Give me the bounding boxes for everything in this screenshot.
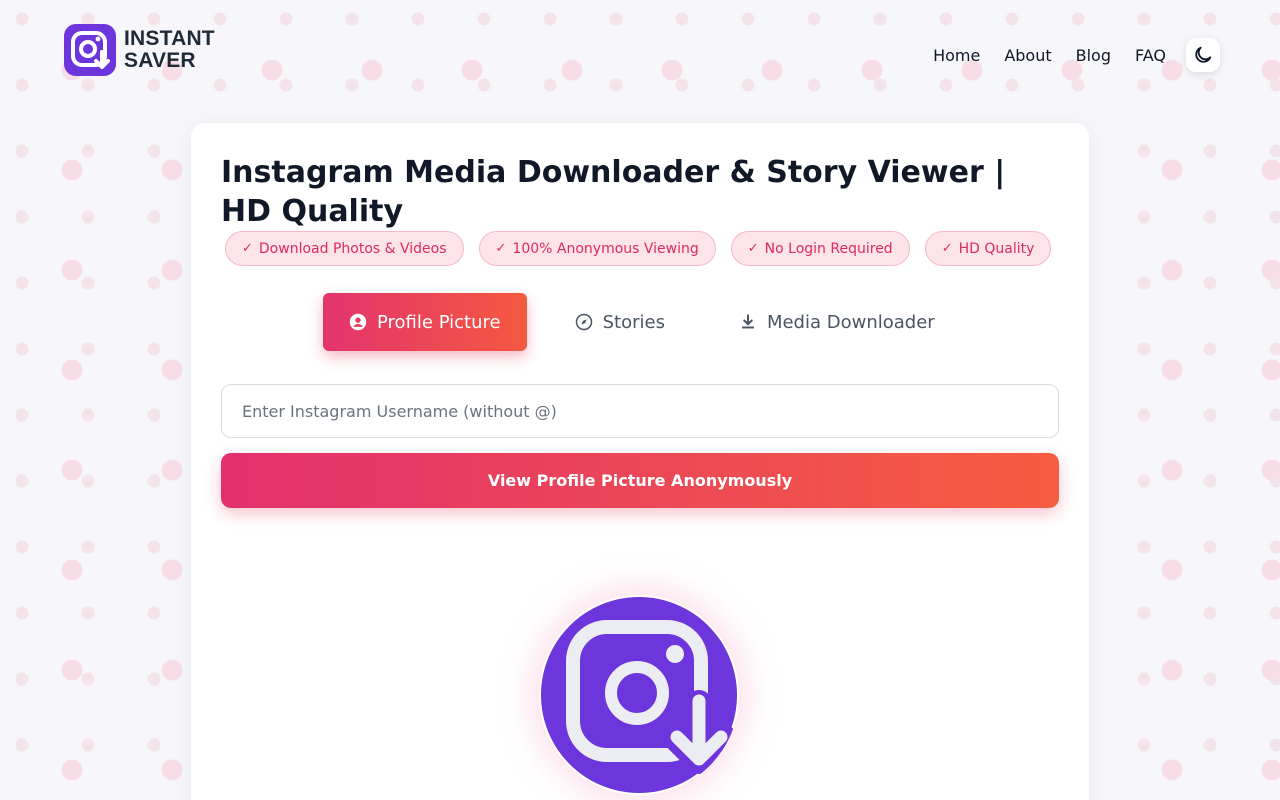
tab-media-downloader[interactable]: Media Downloader — [713, 293, 961, 351]
brand-name-line2: SAVER — [124, 49, 196, 72]
check-icon: ✓ — [747, 241, 759, 256]
user-circle-icon — [349, 313, 367, 331]
feature-badge: ✓ Download Photos & Videos — [225, 231, 464, 266]
check-icon: ✓ — [941, 241, 953, 256]
feature-badge: ✓ No Login Required — [730, 231, 910, 266]
nav-home-link[interactable]: Home — [933, 46, 980, 65]
feature-badge-label: No Login Required — [764, 240, 893, 257]
tab-label: Profile Picture — [377, 311, 501, 333]
page-title: Instagram Media Downloader & Story Viewe… — [221, 155, 1006, 229]
nav-about-link[interactable]: About — [1004, 46, 1051, 65]
site-header: INSTANT SAVER Home About Blog FAQ — [0, 0, 1280, 110]
theme-toggle-button[interactable] — [1186, 38, 1220, 72]
tab-profile-picture[interactable]: Profile Picture — [323, 293, 527, 351]
instant-saver-hero-icon — [541, 597, 737, 793]
feature-badge: ✓ HD Quality — [924, 231, 1052, 266]
nav-blog-link[interactable]: Blog — [1076, 46, 1111, 65]
check-icon: ✓ — [495, 241, 507, 256]
nav-faq-link[interactable]: FAQ — [1135, 46, 1166, 65]
download-icon — [741, 314, 754, 329]
instant-saver-logo-icon — [64, 24, 116, 76]
view-profile-picture-button[interactable]: View Profile Picture Anonymously — [221, 453, 1059, 508]
downloader-card: Instagram Media Downloader & Story Viewe… — [191, 123, 1089, 800]
feature-badge-label: 100% Anonymous Viewing — [512, 240, 699, 257]
tab-label: Media Downloader — [766, 311, 935, 333]
feature-badge: ✓ 100% Anonymous Viewing — [478, 231, 716, 266]
tab-stories[interactable]: Stories — [549, 293, 691, 351]
main-nav: Home About Blog FAQ — [933, 38, 1220, 72]
mode-tabs: Profile Picture Stories Media Downloader — [323, 293, 961, 351]
brand-name: INSTANT SAVER — [124, 28, 215, 72]
feature-badges: ✓ Download Photos & Videos ✓ 100% Anonym… — [225, 231, 1065, 266]
username-input[interactable] — [221, 384, 1059, 438]
moon-icon — [1195, 46, 1212, 63]
tab-label: Stories — [602, 311, 665, 333]
check-icon: ✓ — [242, 241, 253, 256]
feature-badge-label: HD Quality — [958, 240, 1035, 257]
brand-name-line1: INSTANT — [124, 27, 215, 50]
feature-badge-label: Download Photos & Videos — [258, 240, 447, 257]
compass-icon — [575, 313, 592, 331]
brand-logo[interactable]: INSTANT SAVER — [64, 24, 215, 76]
